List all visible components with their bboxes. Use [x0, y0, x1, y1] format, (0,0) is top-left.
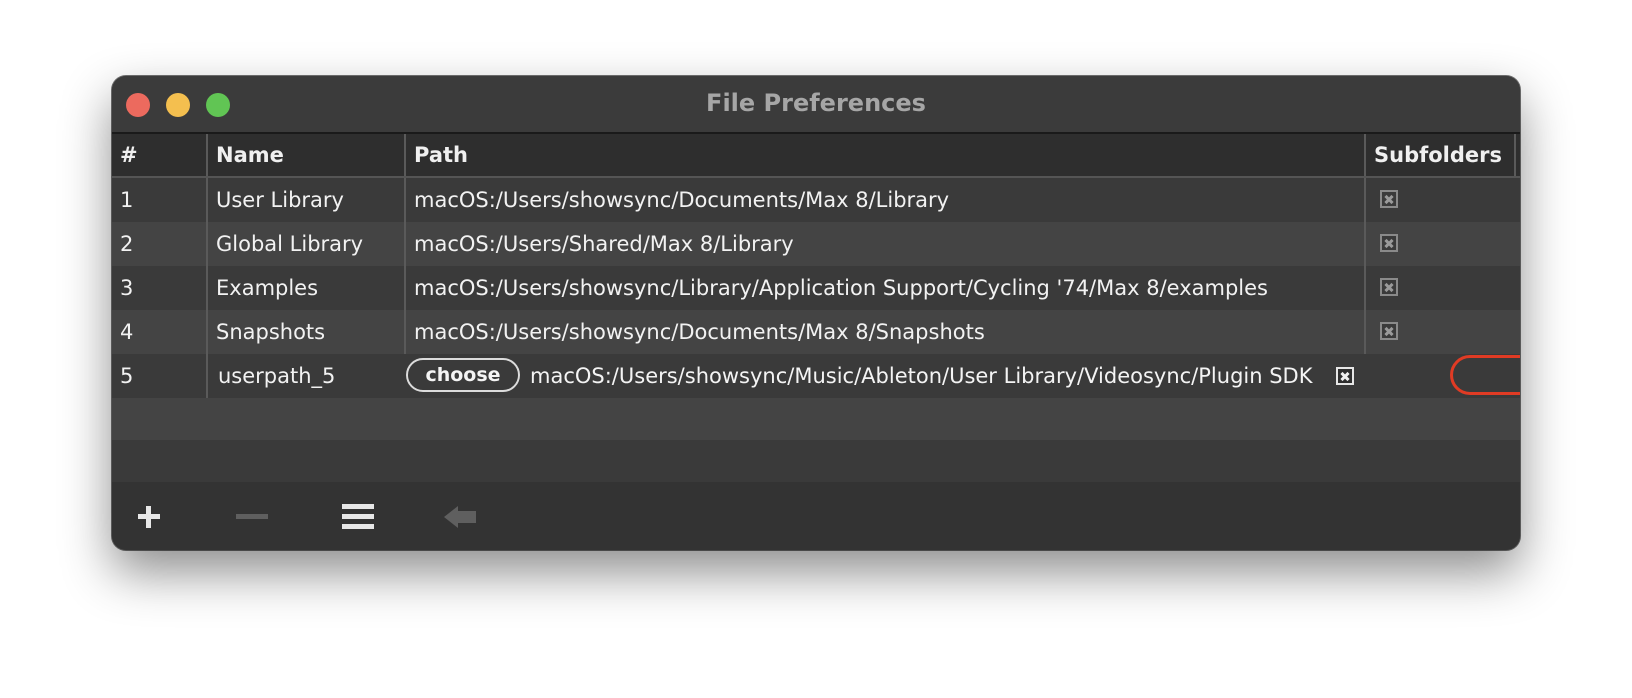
title-bar: File Preferences: [112, 76, 1520, 134]
row-path: macOS:/Users/Shared/Max 8/Library: [404, 222, 1364, 266]
row-subfolders: [1364, 178, 1520, 222]
table-row[interactable]: 3 Examples macOS:/Users/showsync/Library…: [112, 266, 1520, 310]
back-arrow-icon[interactable]: [442, 500, 482, 534]
subfolders-checkbox[interactable]: [1336, 367, 1354, 385]
column-header-subfolders[interactable]: Subfolders: [1364, 134, 1516, 176]
row-number: 1: [120, 188, 134, 212]
row-number: 5: [120, 364, 134, 388]
row-subfolders: [1364, 222, 1520, 266]
list-icon[interactable]: [338, 500, 378, 534]
empty-row: [112, 398, 1520, 440]
table-row[interactable]: 4 Snapshots macOS:/Users/showsync/Docume…: [112, 310, 1520, 354]
subfolders-checkbox[interactable]: [1380, 278, 1398, 296]
row-subfolders: [1364, 310, 1520, 354]
row-name: User Library: [206, 178, 404, 222]
column-header-name[interactable]: Name: [206, 134, 404, 176]
row-subfolders: [1364, 266, 1520, 310]
row-number: 4: [120, 320, 134, 344]
annotation-highlight: [1450, 355, 1520, 395]
minus-icon[interactable]: [232, 500, 272, 534]
window-title: File Preferences: [706, 89, 926, 117]
file-preferences-window: File Preferences # Name Path Subfolders …: [112, 76, 1520, 550]
row-path: macOS:/Users/showsync/Documents/Max 8/Li…: [404, 178, 1364, 222]
column-header-path[interactable]: Path: [404, 134, 1364, 176]
row-path-editor: choose macOS:/Users/showsync/Music/Ablet…: [404, 354, 1520, 398]
row-path: macOS:/Users/showsync/Documents/Max 8/Sn…: [404, 310, 1364, 354]
choose-button[interactable]: choose: [406, 358, 520, 392]
plus-icon[interactable]: [130, 500, 170, 534]
subfolders-checkbox[interactable]: [1380, 322, 1398, 340]
subfolders-checkbox[interactable]: [1380, 190, 1398, 208]
row-path[interactable]: macOS:/Users/showsync/Music/Ableton/User…: [530, 354, 1313, 398]
row-number: 2: [120, 232, 134, 256]
row-name[interactable]: userpath_5: [206, 354, 404, 398]
subfolders-checkbox[interactable]: [1380, 234, 1398, 252]
bottom-toolbar: [112, 482, 1520, 550]
row-name: Snapshots: [206, 310, 404, 354]
row-name: Global Library: [206, 222, 404, 266]
empty-row: [112, 440, 1520, 482]
table-row-editing[interactable]: 5 userpath_5 choose macOS:/Users/showsyn…: [112, 354, 1520, 398]
table-row[interactable]: 1 User Library macOS:/Users/showsync/Doc…: [112, 178, 1520, 222]
table-row[interactable]: 2 Global Library macOS:/Users/Shared/Max…: [112, 222, 1520, 266]
column-header-number[interactable]: #: [112, 134, 206, 176]
row-name: Examples: [206, 266, 404, 310]
table-header: # Name Path Subfolders: [112, 134, 1520, 178]
row-number: 3: [120, 276, 134, 300]
search-path-table: # Name Path Subfolders 1 User Library ma…: [112, 134, 1520, 482]
row-path: macOS:/Users/showsync/Library/Applicatio…: [404, 266, 1364, 310]
